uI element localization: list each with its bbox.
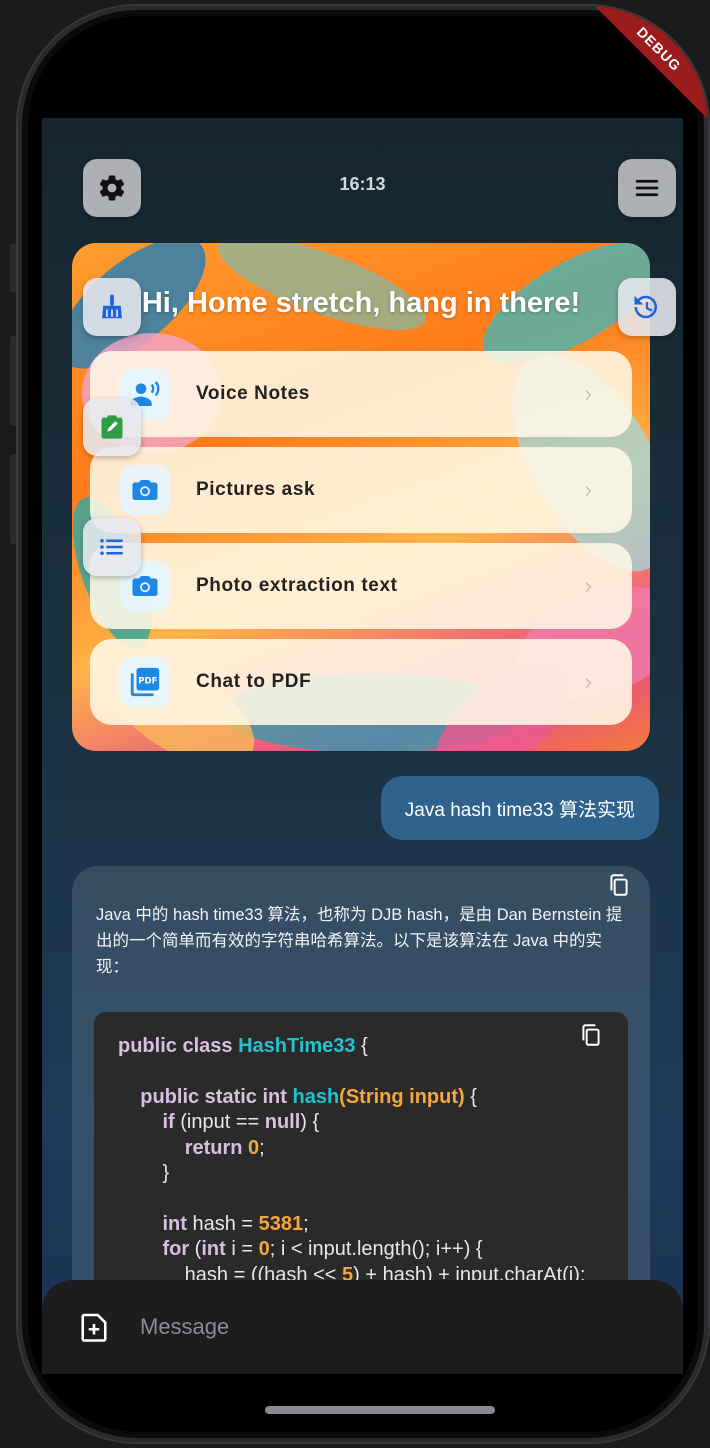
feature-label: Pictures ask (196, 479, 316, 500)
chevron-right-icon: › (584, 669, 592, 694)
feature-pictures-ask[interactable]: Pictures ask › (90, 447, 632, 533)
code-line: for (int i = 0; i < input.length(); i++)… (162, 1238, 483, 1261)
code-content: public class HashTime33 { public static … (94, 1012, 628, 1288)
side-button-volume-down (10, 454, 18, 544)
copy-icon[interactable] (578, 1022, 604, 1048)
svg-text:PDF: PDF (138, 676, 157, 686)
chevron-right-icon: › (584, 381, 592, 406)
user-message-bubble[interactable]: Java hash time33 算法实现 (380, 776, 659, 840)
app-screen: 16:13 Hi, Home stretch, hang in there! V… (42, 118, 683, 1374)
side-button-volume-up (10, 336, 18, 426)
chevron-right-icon: › (584, 477, 592, 502)
debug-banner: DEBUG (588, 6, 708, 120)
list-button[interactable] (83, 518, 141, 576)
hamburger-icon (635, 179, 659, 197)
message-composer (42, 1280, 683, 1374)
chevron-right-icon: › (584, 573, 592, 598)
code-line: return 0; (184, 1136, 265, 1159)
add-file-icon[interactable] (76, 1309, 112, 1345)
feature-label: Voice Notes (196, 383, 310, 404)
code-line: int hash = 5381; (162, 1212, 309, 1235)
feature-label: Photo extraction text (196, 575, 398, 596)
pdf-icon: PDF (120, 657, 170, 707)
menu-button[interactable] (618, 159, 676, 217)
code-line: if (input == null) { (162, 1111, 320, 1134)
feature-banner: Hi, Home stretch, hang in there! Voice N… (72, 243, 650, 751)
copy-icon[interactable] (606, 872, 632, 898)
note-button[interactable] (83, 398, 141, 456)
code-line: public class HashTime33 { (118, 1035, 368, 1057)
code-line: public static int hash(String input) { (140, 1085, 477, 1108)
clean-button[interactable] (83, 278, 141, 336)
broom-icon (102, 294, 122, 319)
feature-voice-notes[interactable]: Voice Notes › (90, 351, 632, 437)
clock-time: 16:13 (339, 174, 386, 194)
history-button[interactable] (618, 278, 676, 336)
feature-chat-to-pdf[interactable]: PDF Chat to PDF › (90, 639, 632, 725)
assistant-intro-text: Java 中的 hash time33 算法，也称为 DJB hash，是由 D… (96, 906, 623, 976)
side-button-mute (10, 244, 18, 292)
history-icon (634, 295, 657, 319)
feature-label: Chat to PDF (196, 671, 312, 692)
feature-photo-extraction-text[interactable]: Photo extraction text › (90, 543, 632, 629)
note-edit-icon (101, 415, 123, 439)
camera-icon (120, 465, 170, 515)
message-input[interactable] (138, 1313, 602, 1341)
code-line: } (118, 1162, 170, 1185)
home-indicator[interactable] (265, 1406, 495, 1414)
phone-frame: DEBUG 16:13 Hi, Home stretch, hang in th… (18, 6, 708, 1442)
greeting-title: Hi, Home stretch, hang in there! (141, 287, 581, 319)
list-icon (100, 539, 123, 555)
